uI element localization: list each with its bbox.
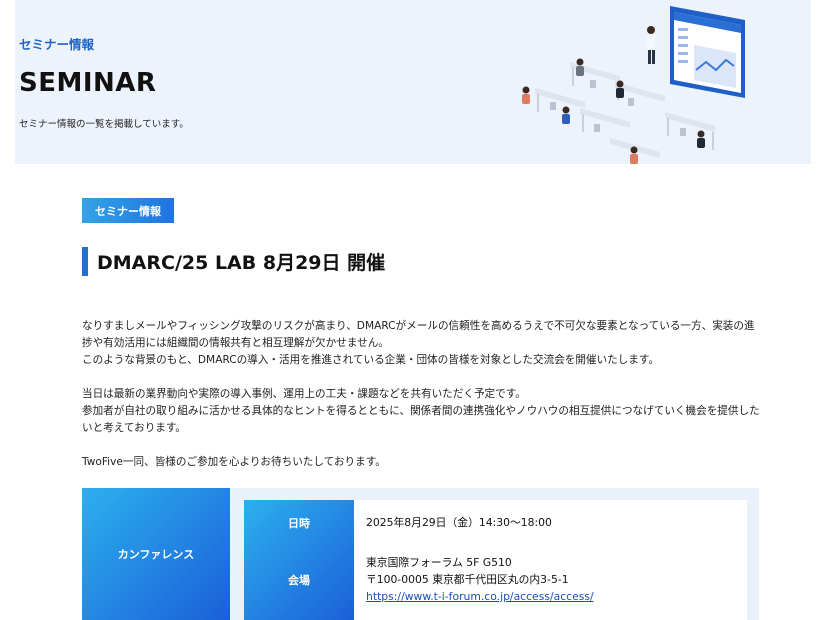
venue-access-link[interactable]: https://www.t-i-forum.co.jp/access/acces… (366, 590, 594, 603)
info-section-label: カンファレンス (82, 488, 230, 620)
paragraph: 参加者が自社の取り組みに活かせる具体的なヒントを得るとともに、関係者間の連携強化… (82, 405, 760, 434)
hero-description: セミナー情報の一覧を掲載しています。 (19, 119, 189, 130)
date-label: 日時 (288, 517, 310, 530)
venue-label: 会場 (288, 574, 310, 587)
article-title: DMARC/25 LAB 8月29日 開催 (97, 252, 386, 274)
page-hero: セミナー情報 SEMINAR セミナー情報の一覧を掲載しています。 (15, 0, 811, 164)
venue-address: 〒100-0005 東京都千代田区丸の内3-5-1 (366, 573, 569, 586)
event-info-table: カンファレンス 日時 会場 2025年8月29日（金）14:30～18:00 東… (82, 488, 759, 620)
paragraph: TwoFive一同、皆様のご参加を心よりお待ちいたしております。 (82, 456, 386, 468)
info-panel: 日時 会場 2025年8月29日（金）14:30～18:00 東京国際フォーラム… (244, 500, 747, 620)
hero-subtitle: セミナー情報 (19, 37, 95, 52)
heading-accent-bar (82, 247, 88, 276)
article-heading: DMARC/25 LAB 8月29日 開催 (82, 247, 385, 276)
article-body: なりすましメールやフィッシング攻撃のリスクが高まり、DMARCがメールの信頼性を… (82, 318, 762, 471)
paragraph: このような背景のもと、DMARCの導入・活用を推進されている企業・団体の皆様を対… (82, 354, 660, 366)
hero-title: SEMINAR (19, 68, 157, 98)
venue-name: 東京国際フォーラム 5F G510 (366, 556, 512, 569)
seminar-illustration-icon (522, 6, 745, 164)
date-value: 2025年8月29日（金）14:30～18:00 (366, 516, 552, 529)
label-column: 日時 会場 (244, 500, 354, 620)
paragraph: 当日は最新の業界動向や実際の導入事例、運用上の工夫・課題などを共有いただく予定で… (82, 388, 526, 400)
category-tag[interactable]: セミナー情報 (82, 198, 174, 223)
paragraph: なりすましメールやフィッシング攻撃のリスクが高まり、DMARCがメールの信頼性を… (82, 320, 755, 349)
